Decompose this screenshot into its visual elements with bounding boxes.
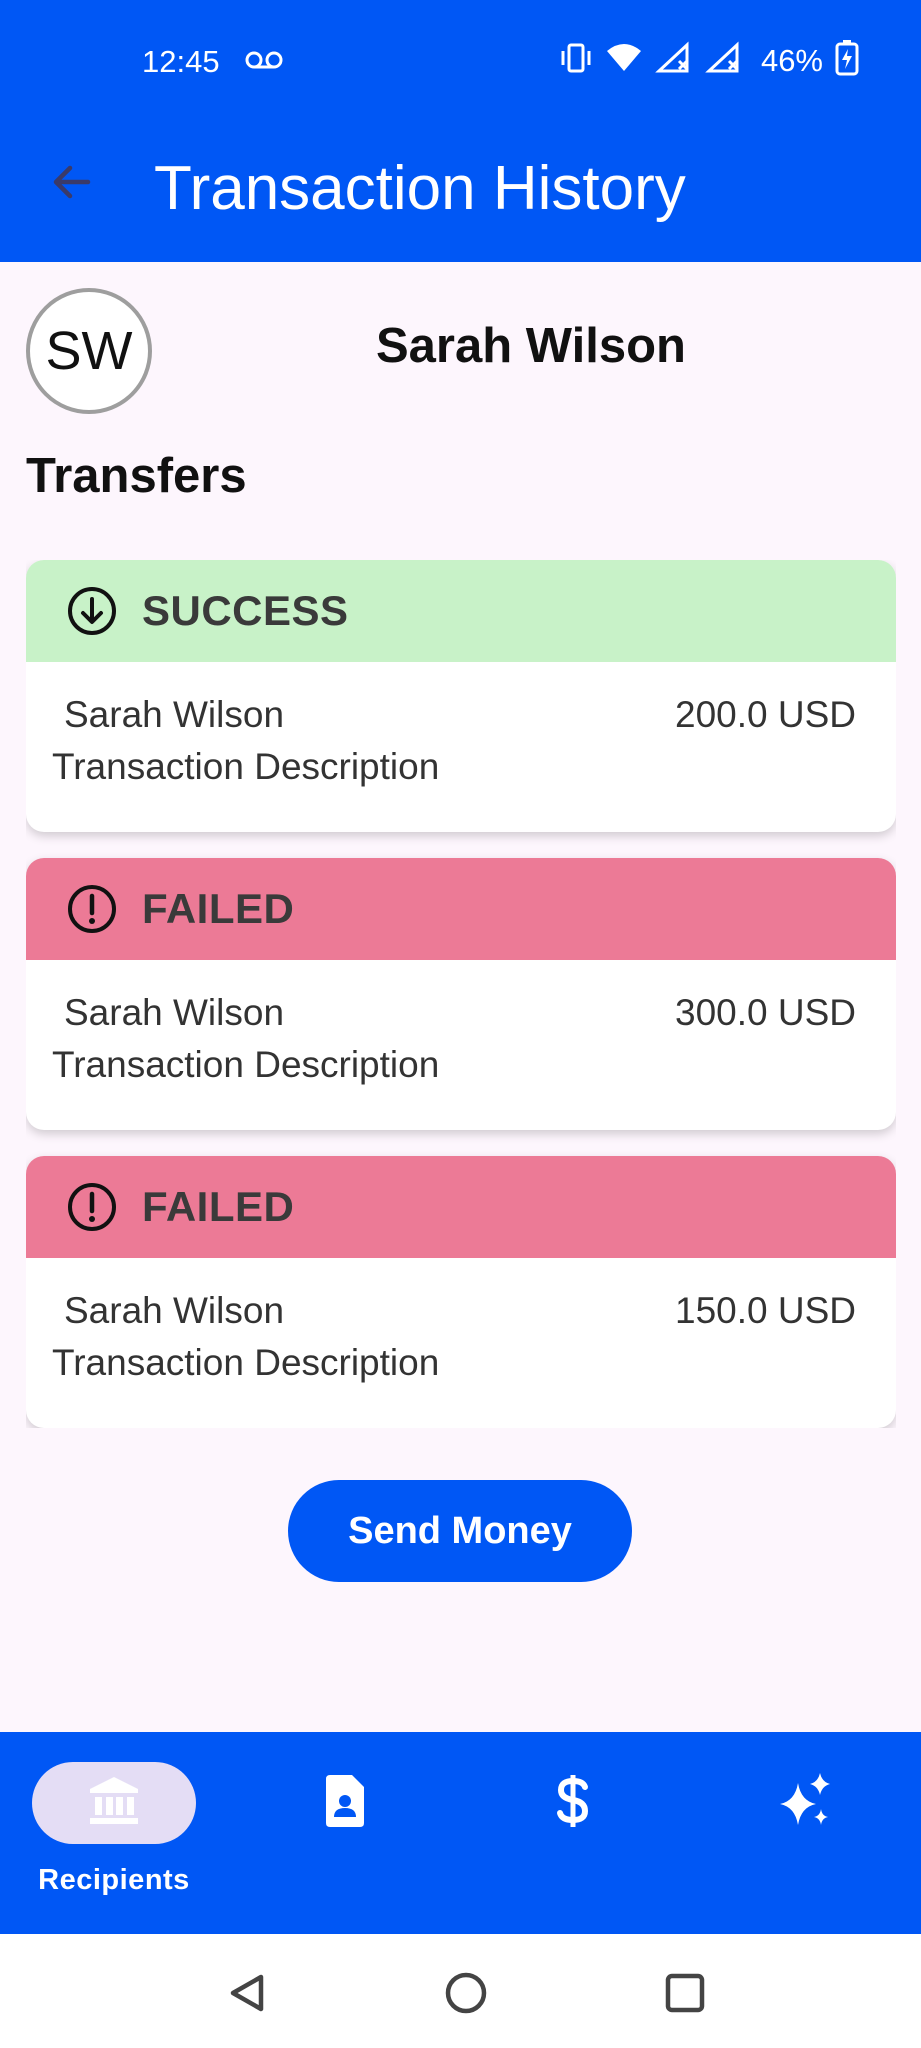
wifi-icon	[605, 41, 643, 80]
transaction-card[interactable]: FAILED Sarah Wilson 300.0 USD Transactio…	[26, 858, 896, 1130]
back-button[interactable]	[40, 152, 104, 216]
profile-header: SW Sarah Wilson	[26, 288, 896, 416]
transaction-recipient: Sarah Wilson	[64, 992, 285, 1033]
bank-icon	[86, 1775, 142, 1832]
nav-label: Recipients	[38, 1864, 190, 1896]
voicemail-icon	[244, 50, 284, 75]
recipient-name: Sarah Wilson	[376, 319, 686, 373]
transaction-status: SUCCESS	[142, 587, 349, 634]
transaction-amount: 300.0 USD	[675, 992, 856, 1033]
nav-item-recipients[interactable]: Recipients	[32, 1732, 196, 1934]
nav-active-indicator	[32, 1762, 196, 1844]
nav-home-icon[interactable]	[441, 1968, 491, 2018]
battery-charging-icon	[835, 40, 859, 81]
transaction-description: Transaction Description	[52, 746, 440, 787]
page-title: Transaction History	[154, 154, 686, 223]
transaction-card[interactable]: SUCCESS Sarah Wilson 200.0 USD Transacti…	[26, 560, 896, 832]
transaction-details: Sarah Wilson 300.0 USD Transaction Descr…	[26, 960, 896, 1130]
signal-icon	[705, 41, 743, 80]
dollar-icon	[553, 1773, 593, 1834]
nav-item-ai[interactable]	[746, 1732, 866, 1934]
transaction-amount: 200.0 USD	[675, 694, 856, 735]
vibrate-icon	[559, 41, 593, 80]
contact-card-icon	[322, 1774, 368, 1832]
status-time: 12:45	[142, 44, 220, 79]
transaction-card[interactable]: FAILED Sarah Wilson 150.0 USD Transactio…	[26, 1156, 896, 1428]
transaction-description: Transaction Description	[52, 1342, 440, 1383]
battery-percent: 46%	[760, 42, 823, 78]
transaction-list: SUCCESS Sarah Wilson 200.0 USD Transacti…	[26, 560, 896, 1428]
section-title: Transfers	[26, 449, 247, 503]
transaction-description: Transaction Description	[52, 1044, 440, 1085]
nav-recents-icon[interactable]	[660, 1968, 710, 2018]
system-nav-bar	[0, 1934, 921, 2048]
transaction-status: FAILED	[142, 1183, 295, 1230]
transaction-status-bar: SUCCESS	[26, 560, 896, 662]
arrow-back-icon	[48, 158, 96, 211]
transaction-status-bar: FAILED	[26, 1156, 896, 1258]
signal-icon	[655, 41, 693, 80]
transaction-status-bar: FAILED	[26, 858, 896, 960]
transaction-amount: 150.0 USD	[675, 1290, 856, 1331]
transaction-recipient: Sarah Wilson	[64, 1290, 285, 1331]
status-icons: 46%	[559, 40, 859, 81]
nav-item-payments[interactable]	[513, 1732, 633, 1934]
bottom-nav: Recipients	[0, 1732, 921, 1934]
exclamation-circle-icon	[66, 883, 118, 935]
send-money-button[interactable]: Send Money	[288, 1480, 632, 1582]
transaction-status: FAILED	[142, 885, 295, 932]
avatar: SW	[26, 288, 152, 414]
transaction-details: Sarah Wilson 200.0 USD Transaction Descr…	[26, 662, 896, 832]
arrow-down-circle-icon	[66, 585, 118, 637]
app-bar: Transaction History	[0, 122, 921, 262]
nav-item-contacts[interactable]	[285, 1732, 405, 1934]
sparkle-icon	[776, 1771, 836, 1836]
transaction-details: Sarah Wilson 150.0 USD Transaction Descr…	[26, 1258, 896, 1428]
exclamation-circle-icon	[66, 1181, 118, 1233]
nav-back-icon[interactable]	[222, 1968, 272, 2018]
status-bar: 12:45 46%	[0, 0, 921, 122]
transaction-recipient: Sarah Wilson	[64, 694, 285, 735]
